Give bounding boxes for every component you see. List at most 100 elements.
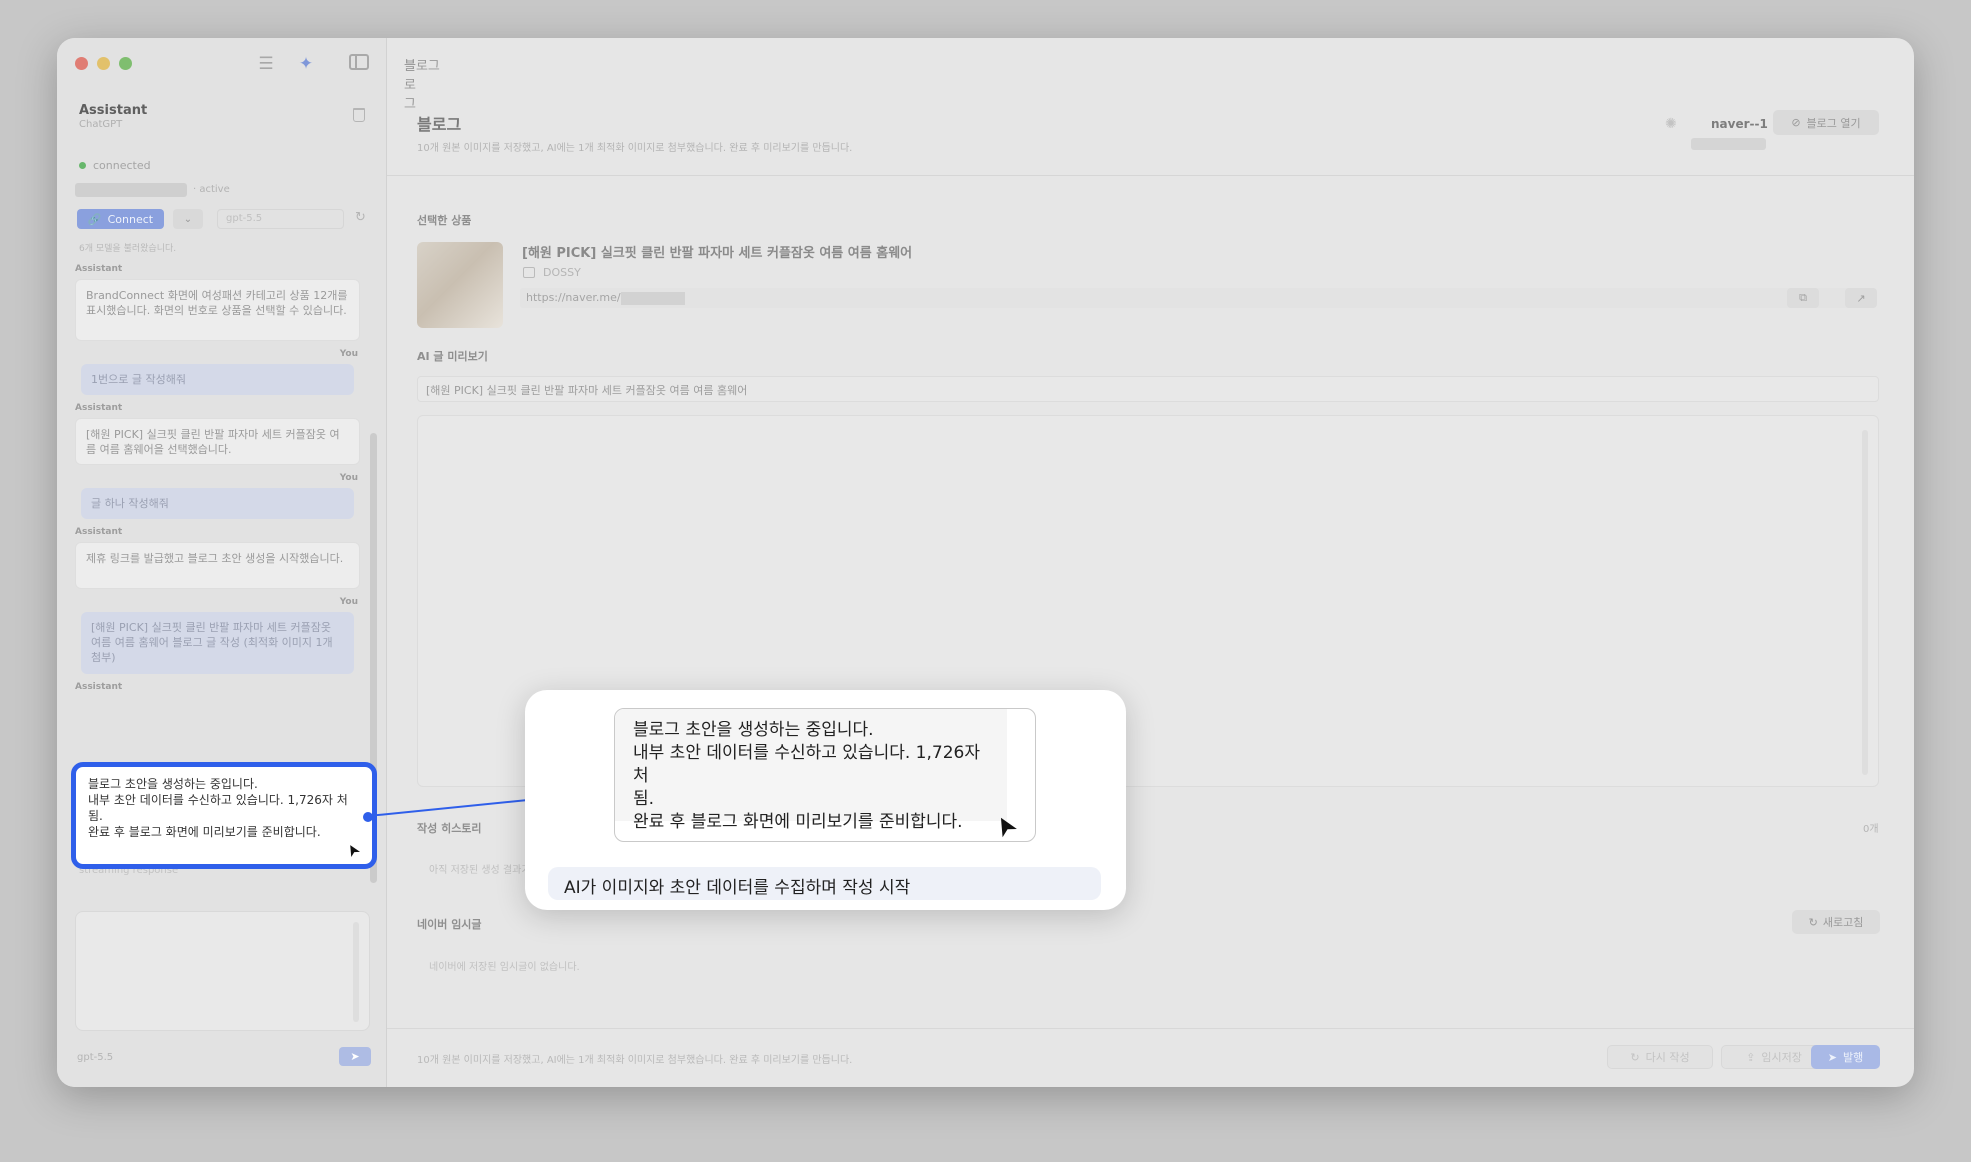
page-description: 10개 원본 이미지를 저장했고, AI에는 1개 최적화 이미지로 첨부했습니… (417, 143, 853, 154)
connection-status: connected (79, 159, 151, 172)
message-role: Assistant (75, 682, 123, 692)
highlighted-streaming-message: 블로그 초안을 생성하는 중입니다. 내부 초안 데이터를 수신하고 있습니다.… (71, 762, 377, 869)
app-window: ☰ ✦ Assistant ChatGPT connected · active… (57, 38, 1914, 1087)
drafts-empty-text: 네이버에 저장된 임시글이 없습니다. (429, 962, 580, 973)
publish-button[interactable]: ➤ 발행 (1811, 1045, 1880, 1069)
window-title: 블로그 (404, 59, 440, 74)
message-role: You (339, 597, 358, 607)
zoomed-message-content: 블로그 초안을 생성하는 중입니다. 내부 초안 데이터를 수신하고 있습니다.… (615, 709, 1007, 832)
user-message: 글 하나 작성해줘 (81, 488, 354, 519)
refresh-label: 새로고침 (1822, 916, 1864, 929)
zoom-window-button[interactable] (119, 57, 132, 70)
rewrite-button[interactable]: ↻ 다시 작성 (1607, 1045, 1713, 1069)
connect-button[interactable]: 🔗 Connect (77, 209, 164, 229)
product-thumbnail (417, 242, 503, 328)
ai-preview-label: AI 글 미리보기 (417, 350, 488, 363)
assistant-title: Assistant (79, 103, 148, 118)
naver-account-redacted (1691, 138, 1766, 150)
url-redacted (620, 291, 685, 305)
streaming-line-4: 완료 후 블로그 화면에 미리보기를 준비합니다. (88, 825, 321, 839)
save-draft-label: 임시저장 (1761, 1051, 1802, 1064)
affiliate-url: https://naver.me/ (526, 291, 621, 304)
message-role: You (339, 473, 358, 483)
link-icon: 🔗 (87, 212, 102, 226)
message-role: Assistant (75, 264, 123, 274)
zoom-callout: 블로그 초안을 생성하는 중입니다. 내부 초안 데이터를 수신하고 있습니다.… (525, 690, 1126, 910)
save-icon: ⇪ (1746, 1050, 1756, 1064)
message-role: Assistant (75, 403, 123, 413)
copy-url-button[interactable]: ⧉ (1787, 288, 1819, 308)
sidebar-toggle-icon[interactable] (349, 54, 369, 70)
assistant-provider: ChatGPT (79, 119, 123, 130)
preview-scrollbar[interactable] (1862, 430, 1868, 775)
connect-options-button[interactable]: ⌄ (173, 209, 203, 229)
selected-product-label: 선택한 상품 (417, 214, 472, 227)
affiliate-url-field[interactable]: https://naver.me/ (520, 288, 1854, 308)
refresh-models-icon[interactable]: ↻ (355, 210, 366, 225)
window-controls (75, 57, 132, 70)
message-role: Assistant (75, 527, 123, 537)
streaming-line-2: 내부 초안 데이터를 수신하고 있습니다. 1,726자 처 (88, 793, 348, 807)
refresh-drafts-button[interactable]: ↻ 새로고침 (1792, 910, 1880, 934)
model-select-value: gpt-5.5 (226, 213, 263, 224)
chevron-down-icon: ⌄ (183, 213, 193, 225)
open-blog-label: 블로그 열기 (1806, 116, 1861, 130)
product-brand: DOSSY (523, 266, 581, 279)
open-blog-button[interactable]: ⊘ 블로그 열기 (1773, 110, 1879, 135)
message-input[interactable] (75, 911, 370, 1031)
zoom-line-1: 블로그 초안을 생성하는 중입니다. (633, 720, 874, 740)
message-role: You (339, 349, 358, 359)
zoom-line-2: 내부 초안 데이터를 수신하고 있습니다. 1,726자 처 (633, 743, 980, 786)
open-url-button[interactable]: ↗ (1845, 288, 1877, 308)
streaming-line-3: 됨. (88, 809, 103, 823)
callout-caption: AI가 이미지와 초안 데이터를 수집하며 작성 시작 (548, 867, 1101, 900)
send-icon: ➤ (1827, 1050, 1837, 1064)
status-dot-icon (79, 162, 86, 169)
preview-title-field[interactable]: [해원 PICK] 실크핏 클린 반팔 파자마 세트 커플잠옷 여름 여름 홈웨… (417, 376, 1879, 402)
footer-model-label: gpt-5.5 (77, 1052, 114, 1063)
callout-connector (368, 799, 528, 816)
callout-anchor-dot (363, 812, 373, 822)
connect-label: Connect (107, 212, 154, 226)
history-label: 작성 히스토리 (417, 822, 482, 835)
page-title: 블로그 (417, 115, 462, 134)
zoom-line-4: 완료 후 블로그 화면에 미리보기를 준비합니다. (633, 812, 963, 832)
sidebar-top-icons: ☰ ✦ (255, 53, 317, 75)
minimize-window-button[interactable] (97, 57, 110, 70)
footer-divider (387, 1028, 1914, 1029)
product-title: [해원 PICK] 실크핏 클린 반팔 파자마 세트 커플잠옷 여름 여름 홈웨… (522, 246, 913, 261)
naver-account-name: naver--1 (1711, 117, 1768, 131)
history-count: 0개 (1863, 824, 1879, 835)
send-button[interactable]: ➤ (339, 1047, 371, 1066)
account-active-label: · active (193, 184, 230, 195)
brand-name: DOSSY (543, 266, 581, 279)
assistant-message: [해원 PICK] 실크핏 클린 반팔 파자마 세트 커플잠옷 여름 여름 홈웨… (75, 418, 360, 465)
zoom-line-3: 됨. (633, 789, 655, 809)
refresh-icon: ↻ (1808, 915, 1818, 929)
user-message: 1번으로 글 작성해줘 (81, 364, 354, 395)
rewrite-icon: ↻ (1630, 1050, 1640, 1064)
status-text: connected (93, 159, 151, 172)
models-loaded-text: 6개 모델을 불러왔습니다. (79, 244, 177, 254)
list-icon[interactable]: ☰ (255, 53, 277, 75)
copy-icon: ⧉ (1799, 291, 1807, 304)
rewrite-label: 다시 작성 (1645, 1051, 1690, 1064)
footer-note: 10개 원본 이미지를 저장했고, AI에는 1개 최적화 이미지로 첨부했습니… (417, 1055, 853, 1066)
assistant-sidebar: ☰ ✦ Assistant ChatGPT connected · active… (57, 38, 416, 1087)
loading-spinner-icon: ✺ (1665, 116, 1677, 132)
model-select[interactable]: gpt-5.5 (217, 209, 344, 229)
header-divider (387, 175, 1914, 176)
compass-icon: ⊘ (1791, 116, 1801, 129)
naver-drafts-label: 네이버 임시글 (417, 918, 482, 931)
streaming-line-1: 블로그 초안을 생성하는 중입니다. (88, 777, 258, 791)
user-message: [해원 PICK] 실크핏 클린 반팔 파자마 세트 커플잠옷 여름 여름 홈웨… (81, 612, 354, 674)
send-icon: ➤ (350, 1050, 360, 1063)
external-link-icon: ↗ (1856, 291, 1866, 305)
sparkle-icon[interactable]: ✦ (295, 53, 317, 75)
assistant-message: 제휴 링크를 발급했고 블로그 초안 생성을 시작했습니다. (75, 542, 360, 589)
trash-icon[interactable] (353, 108, 365, 122)
assistant-message: BrandConnect 화면에 여성패션 카테고리 상품 12개를 표시했습니… (75, 279, 360, 341)
close-window-button[interactable] (75, 57, 88, 70)
publish-label: 발행 (1842, 1051, 1864, 1064)
composer-scrollbar[interactable] (353, 922, 359, 1022)
